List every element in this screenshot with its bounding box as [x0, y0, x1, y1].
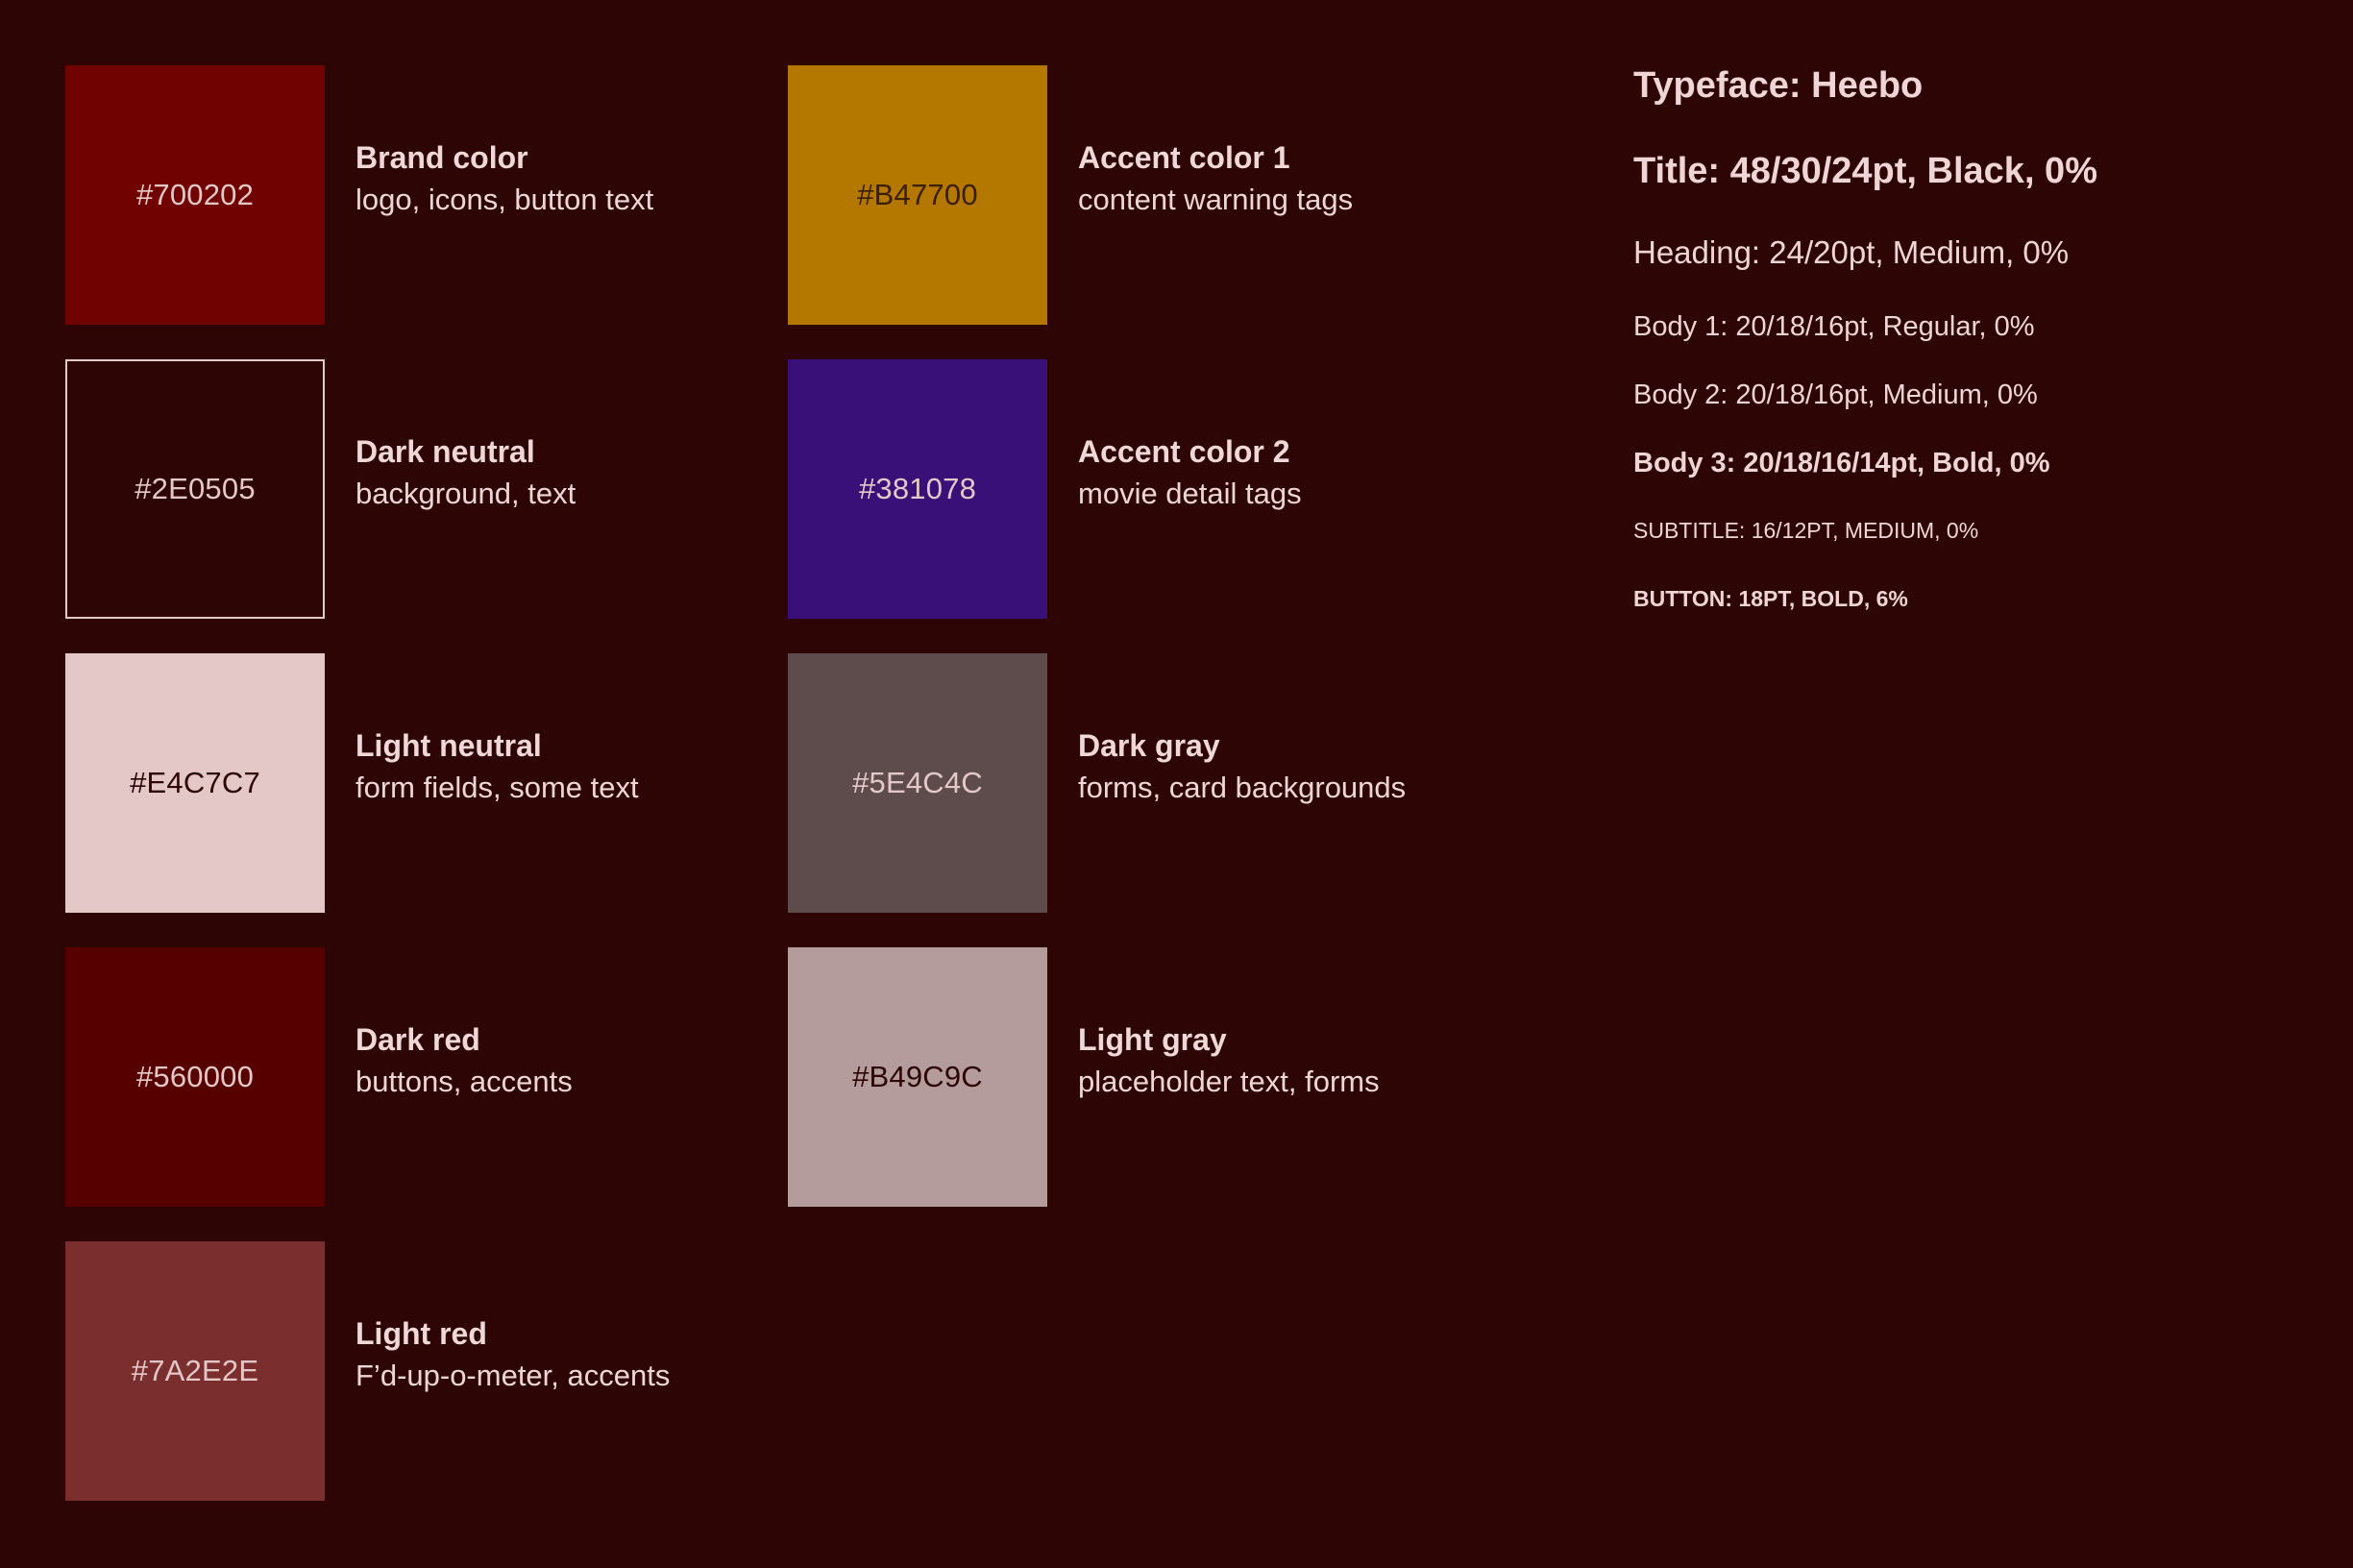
- palette-column-left: #700202 Brand color logo, icons, button …: [65, 65, 834, 1535]
- swatch-hex-label: #7A2E2E: [131, 1354, 259, 1387]
- swatch-name: Accent color 2: [1078, 434, 1290, 469]
- swatch-hex-label: #700202: [135, 178, 255, 211]
- type-spec-body-2: Body 2: 20/18/16pt, Medium, 0%: [1633, 380, 2038, 410]
- swatch-description: Light gray placeholder text, forms: [1047, 947, 1380, 1101]
- type-spec-subtitle: SUBTITLE: 16/12PT, MEDIUM, 0%: [1633, 518, 1979, 543]
- color-swatch-chip[interactable]: #B47700: [788, 65, 1047, 325]
- swatch-description: Dark red buttons, accents: [325, 947, 573, 1101]
- swatch-usage: buttons, accents: [355, 1065, 573, 1098]
- swatch-row: #7A2E2E Light red F’d-up-o-meter, accent…: [65, 1241, 834, 1501]
- swatch-name: Dark gray: [1078, 728, 1220, 763]
- swatch-hex-label: #B47700: [857, 178, 978, 211]
- type-spec-heading: Heading: 24/20pt, Medium, 0%: [1633, 234, 2070, 270]
- swatch-row: #2E0505 Dark neutral background, text: [65, 359, 834, 619]
- swatch-usage: content warning tags: [1078, 183, 1354, 216]
- swatch-usage: forms, card backgrounds: [1078, 771, 1407, 804]
- swatch-usage: logo, icons, button text: [355, 183, 654, 216]
- swatch-row: #5E4C4C Dark gray forms, card background…: [788, 653, 1556, 913]
- type-spec-button: BUTTON: 18PT, BOLD, 6%: [1633, 586, 1908, 611]
- swatch-usage: background, text: [355, 477, 576, 510]
- palette-column-middle: #B47700 Accent color 1 content warning t…: [788, 65, 1556, 1241]
- typeface-label: Typeface: Heebo: [1633, 65, 1924, 106]
- swatch-description: Accent color 2 movie detail tags: [1047, 359, 1302, 513]
- color-swatch-chip[interactable]: #5E4C4C: [788, 653, 1047, 913]
- color-swatch-chip[interactable]: #560000: [65, 947, 325, 1207]
- swatch-hex-label: #5E4C4C: [852, 766, 983, 799]
- type-spec-title: Title: 48/30/24pt, Black, 0%: [1633, 151, 2097, 191]
- color-swatch-chip[interactable]: #B49C9C: [788, 947, 1047, 1207]
- swatch-name: Brand color: [355, 140, 528, 175]
- color-swatch-chip[interactable]: #2E0505: [65, 359, 325, 619]
- swatch-name: Dark neutral: [355, 434, 535, 469]
- swatch-hex-label: #E4C7C7: [130, 766, 260, 799]
- swatch-hex-label: #B49C9C: [852, 1060, 983, 1093]
- swatch-row: #700202 Brand color logo, icons, button …: [65, 65, 834, 325]
- swatch-name: Light red: [355, 1316, 487, 1351]
- swatch-description: Light neutral form fields, some text: [325, 653, 639, 807]
- swatch-description: Accent color 1 content warning tags: [1047, 65, 1353, 219]
- swatch-row: #B49C9C Light gray placeholder text, for…: [788, 947, 1556, 1207]
- swatch-hex-label: #560000: [135, 1060, 255, 1093]
- color-swatch-chip[interactable]: #700202: [65, 65, 325, 325]
- swatch-usage: movie detail tags: [1078, 477, 1302, 510]
- swatch-row: #E4C7C7 Light neutral form fields, some …: [65, 653, 834, 913]
- swatch-row: #560000 Dark red buttons, accents: [65, 947, 834, 1207]
- swatch-name: Dark red: [355, 1022, 480, 1057]
- swatch-usage: form fields, some text: [355, 771, 639, 804]
- swatch-description: Dark neutral background, text: [325, 359, 576, 513]
- color-swatch-chip[interactable]: #E4C7C7: [65, 653, 325, 913]
- typography-section: Typeface: Heebo Title: 48/30/24pt, Black…: [1633, 65, 2306, 612]
- swatch-row: #381078 Accent color 2 movie detail tags: [788, 359, 1556, 619]
- swatch-hex-label: #2E0505: [135, 472, 256, 505]
- swatch-name: Accent color 1: [1078, 140, 1290, 175]
- swatch-name: Light neutral: [355, 728, 542, 763]
- type-spec-body-3: Body 3: 20/18/16/14pt, Bold, 0%: [1633, 448, 2050, 478]
- type-spec-body-1: Body 1: 20/18/16pt, Regular, 0%: [1633, 311, 2035, 342]
- swatch-name: Light gray: [1078, 1022, 1227, 1057]
- swatch-description: Dark gray forms, card backgrounds: [1047, 653, 1406, 807]
- color-swatch-chip[interactable]: #7A2E2E: [65, 1241, 325, 1501]
- swatch-row: #B47700 Accent color 1 content warning t…: [788, 65, 1556, 325]
- color-swatch-chip[interactable]: #381078: [788, 359, 1047, 619]
- color-palette-section: #700202 Brand color logo, icons, button …: [0, 0, 1595, 1568]
- swatch-usage: F’d-up-o-meter, accents: [355, 1359, 671, 1392]
- swatch-description: Brand color logo, icons, button text: [325, 65, 653, 219]
- swatch-description: Light red F’d-up-o-meter, accents: [325, 1241, 670, 1395]
- swatch-hex-label: #381078: [858, 472, 977, 505]
- swatch-usage: placeholder text, forms: [1078, 1065, 1380, 1098]
